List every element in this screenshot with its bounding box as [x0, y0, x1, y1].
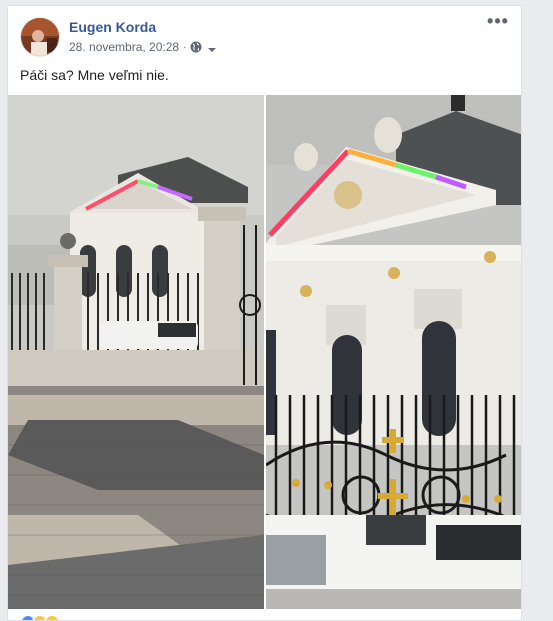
more-options-icon[interactable]: ••• — [487, 12, 509, 35]
meta-separator: · — [183, 41, 187, 53]
photo-grid — [8, 95, 521, 609]
palace-photo-wide[interactable] — [8, 95, 264, 609]
palace-photo-closeup[interactable] — [266, 95, 521, 609]
author-avatar[interactable] — [20, 17, 60, 57]
globe-icon[interactable] — [190, 41, 202, 53]
post-meta: 28. novembra, 20:28 · — [69, 40, 217, 54]
post-timestamp[interactable]: 28. novembra, 20:28 — [69, 40, 179, 54]
post-header: Eugen Korda 28. novembra, 20:28 · ••• — [20, 12, 509, 59]
reaction-icons[interactable] — [20, 614, 60, 620]
post-text: Páči sa? Mne veľmi nie. — [20, 67, 169, 83]
wow-icon — [44, 614, 60, 620]
author-name[interactable]: Eugen Korda — [69, 19, 156, 35]
post-card: Eugen Korda 28. novembra, 20:28 · ••• Pá… — [7, 5, 522, 621]
caret-down-icon[interactable] — [207, 43, 217, 52]
